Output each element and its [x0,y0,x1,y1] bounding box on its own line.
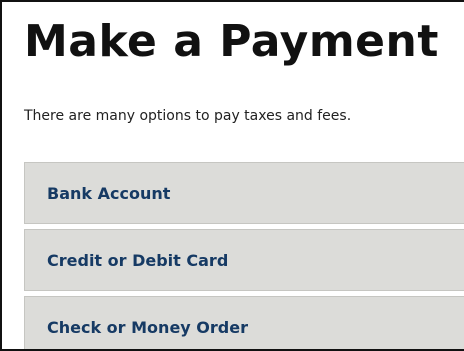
credit-debit-card-option[interactable]: Credit or Debit Card [24,229,464,291]
check-money-order-label: Check or Money Order [47,317,248,337]
check-money-order-option[interactable]: Check or Money Order [24,296,464,349]
intro-text: There are many options to pay taxes and … [24,108,352,124]
page-title: Make a Payment [24,16,439,67]
bank-account-option[interactable]: Bank Account [24,162,464,224]
credit-debit-card-label: Credit or Debit Card [47,250,229,270]
bank-account-label: Bank Account [47,183,171,203]
payment-options-list: Bank Account Credit or Debit Card Check … [24,162,464,349]
payment-page: Make a Payment There are many options to… [0,0,464,351]
